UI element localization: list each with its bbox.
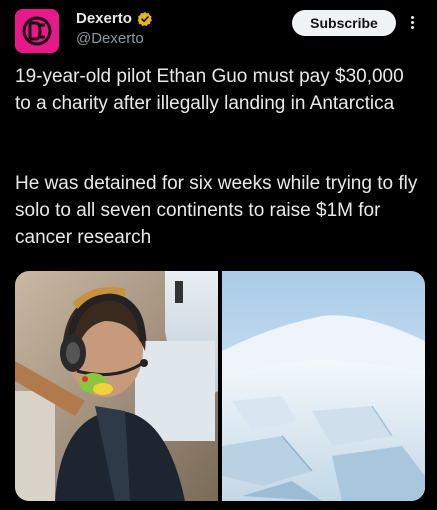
pilot-photo-illustration	[15, 271, 218, 501]
avatar[interactable]	[15, 9, 59, 53]
tweet-card: Dexerto @Dexerto Subscribe 19-year-old p…	[0, 0, 437, 510]
handle[interactable]: @Dexerto	[76, 30, 144, 47]
photo-pilot-in-cockpit[interactable]	[15, 271, 218, 501]
display-name[interactable]: Dexerto	[76, 10, 132, 27]
tweet-text-paragraph-1: 19-year-old pilot Ethan Guo must pay $30…	[15, 66, 404, 114]
tweet-text-paragraph-2: He was detained for six weeks while tryi…	[15, 173, 418, 248]
photo-antarctica-ice[interactable]	[222, 271, 425, 501]
subscribe-button[interactable]: Subscribe	[292, 10, 396, 36]
dexerto-logo-icon	[15, 9, 59, 53]
verified-badge-icon	[137, 11, 152, 26]
media-grid	[15, 271, 425, 501]
antarctica-photo-illustration	[222, 271, 425, 501]
more-options-icon[interactable]	[402, 12, 422, 32]
author-name-row: Dexerto	[76, 10, 153, 27]
